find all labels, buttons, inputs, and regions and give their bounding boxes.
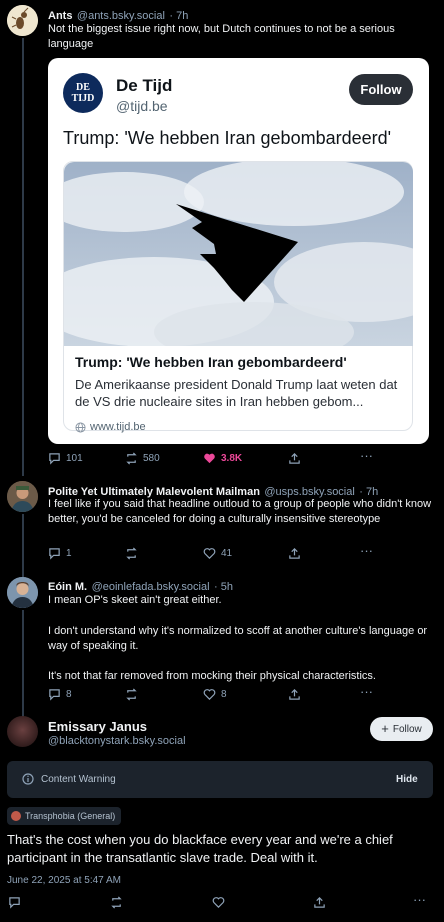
- reply-count: 8: [66, 689, 72, 700]
- reply-count: 1: [66, 548, 72, 559]
- post-time[interactable]: · 5h: [214, 581, 233, 593]
- content-warning-label: Content Warning: [41, 773, 116, 785]
- person-avatar-icon: [7, 481, 38, 512]
- like-button[interactable]: 8: [203, 688, 227, 701]
- like-button[interactable]: 41: [203, 547, 232, 560]
- share-button[interactable]: [288, 547, 301, 560]
- repost-button[interactable]: [110, 896, 123, 909]
- author-handle[interactable]: @ants.bsky.social: [77, 10, 165, 22]
- logo-text-top: DE: [76, 82, 90, 93]
- person-avatar-icon: [7, 577, 38, 608]
- repost-icon: [111, 896, 122, 909]
- bomber-sky-image: [64, 162, 413, 346]
- reply-icon: [9, 897, 20, 909]
- follow-button[interactable]: Follow: [349, 74, 413, 105]
- post-timestamp[interactable]: June 22, 2025 at 5:47 AM: [7, 875, 121, 886]
- plus-icon: +: [381, 721, 389, 736]
- publisher-logo[interactable]: DE TIJD: [63, 73, 103, 113]
- share-button[interactable]: [313, 896, 326, 909]
- more-icon: ···: [360, 448, 373, 463]
- post-time[interactable]: · 7h: [169, 10, 188, 22]
- publisher-name[interactable]: De Tijd: [116, 76, 172, 96]
- thread-line: [22, 610, 24, 718]
- author-name[interactable]: Ants: [48, 10, 72, 22]
- more-icon: ···: [360, 543, 373, 558]
- share-icon: [289, 548, 300, 559]
- repost-icon: [126, 547, 137, 560]
- link-description: De Amerikaanse president Donald Trump la…: [75, 377, 398, 409]
- repost-button[interactable]: [125, 547, 143, 560]
- reply-icon: [49, 689, 60, 701]
- reply-button[interactable]: [8, 896, 21, 909]
- more-options-button[interactable]: ···: [360, 543, 373, 558]
- like-count: 41: [221, 548, 233, 559]
- hide-button[interactable]: Hide: [396, 774, 418, 785]
- thread-line: [22, 514, 24, 580]
- post-paragraph: I mean OP's skeet ain't great either.: [48, 594, 222, 606]
- more-icon: ···: [360, 684, 373, 699]
- more-options-button[interactable]: ···: [360, 448, 373, 463]
- like-button[interactable]: 3.8K: [203, 452, 242, 465]
- like-count: 8: [221, 689, 227, 700]
- repost-button[interactable]: [125, 688, 143, 701]
- reply-button[interactable]: 1: [48, 547, 72, 560]
- like-button[interactable]: [212, 896, 225, 909]
- logo-text-bottom: TIJD: [71, 93, 95, 104]
- author-name[interactable]: Emissary Janus: [48, 719, 147, 734]
- post-paragraph: It's not that far removed from mocking t…: [48, 670, 376, 682]
- more-icon: ···: [413, 892, 426, 907]
- link-image[interactable]: [64, 162, 413, 346]
- more-options-button[interactable]: ···: [360, 684, 373, 699]
- globe-icon: [75, 421, 86, 433]
- thread-line: [22, 38, 24, 476]
- ant-avatar-icon: [7, 5, 38, 36]
- author-name[interactable]: Eóin M.: [48, 581, 87, 593]
- share-icon: [289, 689, 300, 700]
- heart-icon: [203, 689, 216, 700]
- avatar[interactable]: [7, 577, 38, 608]
- reply-icon: [49, 548, 60, 560]
- avatar[interactable]: [7, 5, 38, 36]
- post-text: Not the biggest issue right now, but Dut…: [48, 23, 395, 50]
- share-button[interactable]: [288, 452, 301, 465]
- avatar[interactable]: [7, 481, 38, 512]
- reply-count: 101: [66, 453, 83, 464]
- reply-button[interactable]: 8: [48, 688, 72, 701]
- quote-headline: Trump: 'We hebben Iran gebombardeerd': [63, 128, 392, 148]
- share-button[interactable]: [288, 688, 301, 701]
- author-handle[interactable]: @eoinlefada.bsky.social: [92, 581, 210, 593]
- info-icon: [22, 773, 34, 785]
- share-icon: [289, 453, 300, 464]
- publisher-handle[interactable]: @tijd.be: [116, 98, 168, 114]
- heart-icon: [212, 897, 225, 908]
- post-paragraph: I don't understand why it's normalized t…: [48, 625, 428, 652]
- repost-count: 580: [143, 453, 160, 464]
- repost-icon: [126, 452, 137, 465]
- author-handle[interactable]: @blacktonystark.bsky.social: [48, 735, 186, 747]
- label-text: Transphobia (General): [25, 811, 116, 821]
- repost-button[interactable]: 580: [125, 452, 160, 465]
- link-title[interactable]: Trump: 'We hebben Iran gebombardeerd': [75, 354, 347, 370]
- heart-filled-icon: [204, 453, 215, 464]
- labeler-avatar-icon: [11, 811, 21, 821]
- repost-icon: [126, 688, 137, 701]
- post-text: That's the cost when you do blackface ev…: [7, 832, 393, 865]
- avatar-blurred[interactable]: [7, 716, 38, 747]
- post-text: I feel like if you said that headline ou…: [48, 498, 432, 525]
- reply-button[interactable]: 101: [48, 452, 83, 465]
- share-icon: [314, 897, 325, 908]
- link-domain[interactable]: www.tijd.be: [90, 421, 146, 433]
- follow-button[interactable]: + Follow: [370, 717, 433, 741]
- moderation-label-badge[interactable]: Transphobia (General): [7, 807, 122, 825]
- heart-icon: [203, 548, 216, 559]
- like-count: 3.8K: [221, 453, 243, 464]
- follow-label: Follow: [392, 723, 422, 735]
- more-options-button[interactable]: ···: [413, 892, 426, 907]
- reply-icon: [49, 453, 60, 465]
